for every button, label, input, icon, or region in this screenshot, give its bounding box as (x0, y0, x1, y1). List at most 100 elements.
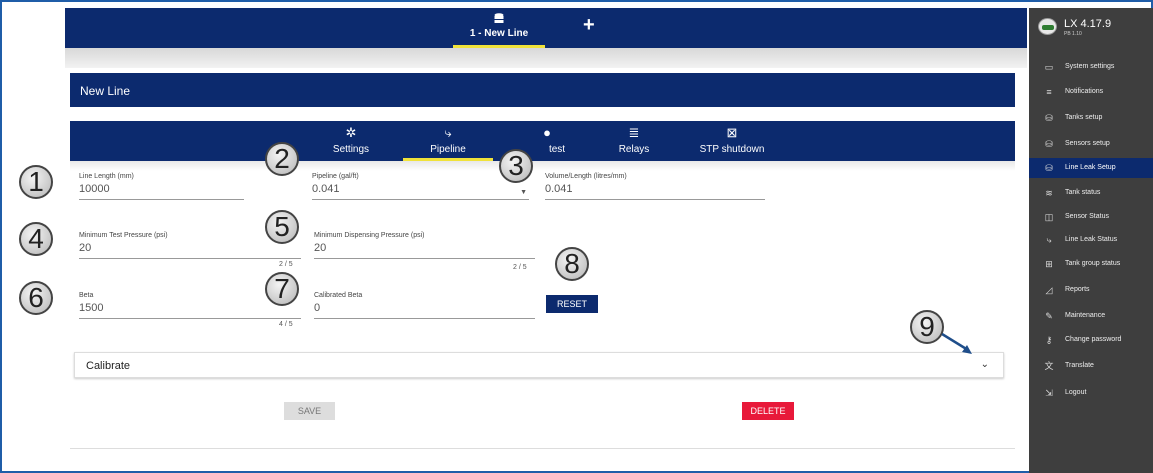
sidebar: LX 4.17.9 PB 1.10 ▭ System settings ≡ Noti… (1029, 8, 1153, 473)
calibrated-beta-field: Calibrated Beta 0 (314, 292, 535, 319)
pipeline-icon: ⤷ (444, 125, 452, 140)
sidebar-item-logout[interactable]: ⇲ Logout (1029, 383, 1153, 403)
tab-settings[interactable]: ✲ Settings (306, 125, 396, 161)
pipeline-icon: ⤷ (1046, 235, 1052, 245)
plus-icon[interactable]: + (583, 14, 595, 37)
field-underline (79, 318, 301, 319)
callout-2: 2 (265, 142, 299, 176)
field-underline (79, 258, 301, 259)
calibrated-beta-value: 0 (314, 302, 321, 314)
drop-icon: ● (543, 125, 551, 140)
callout-1: 1 (19, 165, 53, 199)
sidebar-item-tanks-setup[interactable]: ⛁ Tanks setup (1029, 108, 1153, 128)
chevron-down-icon[interactable]: ⌄ (981, 359, 989, 370)
stp-shutdown-icon: ⊠ (726, 125, 738, 140)
callout-3: 3 (499, 149, 533, 183)
sidebar-item-tank-group-status[interactable]: ⊞ Tank group status (1029, 254, 1153, 274)
line-length-field[interactable]: Line Length (mm) 10000 (79, 173, 244, 200)
tab-relays-label: Relays (618, 144, 650, 155)
divider (70, 448, 1015, 449)
key-icon: ⚷ (1045, 335, 1053, 345)
sidebar-item-label: Translate (1065, 362, 1094, 369)
callout-6: 6 (19, 281, 53, 315)
sidebar-item-system-settings[interactable]: ▭ System settings (1029, 57, 1153, 77)
callout-8: 8 (555, 247, 589, 281)
volume-length-value: 0.041 (545, 183, 573, 195)
min-dispensing-pressure-value[interactable]: 20 (314, 242, 535, 254)
sidebar-item-label: Notifications (1065, 88, 1104, 95)
field-underline (545, 199, 765, 200)
callout-4: 4 (19, 222, 53, 256)
callout-7: 7 (265, 272, 299, 306)
top-tab-bar: 1 - New Line + (65, 8, 1027, 48)
form-shadow (70, 161, 1015, 171)
char-counter: 4 / 5 (279, 321, 293, 328)
logo-icon (1038, 18, 1057, 35)
calibrated-beta-label: Calibrated Beta (314, 292, 363, 299)
field-underline (314, 258, 535, 259)
sidebar-item-notifications[interactable]: ≡ Notifications (1029, 82, 1153, 102)
gear-icon: ✲ (345, 125, 357, 140)
min-dispensing-pressure-field[interactable]: Minimum Dispensing Pressure (psi) 20 (314, 232, 535, 259)
tab-new-line-label: 1 - New Line (469, 28, 529, 39)
sidebar-item-sensor-status[interactable]: ◫ Sensor Status (1029, 207, 1153, 227)
sidebar-item-line-leak-status[interactable]: ⤷ Line Leak Status (1029, 230, 1153, 250)
header-shadow (65, 48, 1027, 68)
sidebar-item-label: Line Leak Setup (1065, 164, 1116, 171)
sidebar-item-reports[interactable]: ◿ Reports (1029, 280, 1153, 300)
sidebar-item-tank-status[interactable]: ≋ Tank status (1029, 183, 1153, 203)
chart-icon: ◿ (1045, 285, 1053, 295)
pipeline-select[interactable]: Pipeline (gal/ft) 0.041 ▼ (312, 173, 529, 200)
sub-tab-bar: ✲ Settings ⤷ Pipeline ● test ≣ Relays ⊠ … (70, 121, 1015, 161)
sidebar-item-label: Tanks setup (1065, 114, 1103, 121)
calibrate-label: Calibrate (86, 360, 131, 372)
reset-button[interactable]: RESET (546, 295, 598, 313)
field-underline (79, 199, 244, 200)
sidebar-item-label: Tank status (1065, 189, 1101, 196)
pipeline-value[interactable]: 0.041 (312, 183, 529, 195)
wrench-icon: ✎ (1045, 311, 1053, 321)
sidebar-item-maintenance[interactable]: ✎ Maintenance (1029, 306, 1153, 326)
waves-icon: ≋ (1045, 188, 1053, 198)
tab-stp-shutdown-label: STP shutdown (699, 144, 765, 155)
sidebar-item-sensors-setup[interactable]: ⛁ Sensors setup (1029, 134, 1153, 154)
page-title: New Line (70, 73, 1015, 107)
build-label: PB 1.10 (1064, 31, 1082, 37)
tank-group-icon: ⊞ (1045, 259, 1053, 269)
pipeline-label: Pipeline (gal/ft) (312, 173, 359, 180)
save-button[interactable]: SAVE (284, 402, 335, 420)
sidebar-item-translate[interactable]: 文 Translate (1029, 356, 1153, 376)
dropdown-arrow-icon[interactable]: ▼ (520, 189, 527, 196)
volume-length-label: Volume/Length (litres/mm) (545, 173, 627, 180)
field-underline (312, 199, 529, 200)
calibrate-expansion-panel[interactable]: Calibrate ⌄ (74, 352, 1004, 378)
min-dispensing-pressure-label: Minimum Dispensing Pressure (psi) (314, 232, 425, 239)
notifications-icon: ≡ (1046, 87, 1052, 97)
tab-new-line[interactable]: 1 - New Line (453, 13, 545, 48)
volume-length-field: Volume/Length (litres/mm) 0.041 (545, 173, 765, 200)
logout-icon: ⇲ (1045, 388, 1053, 398)
monitor-icon: ▭ (1044, 62, 1054, 72)
database-icon: ⛁ (1045, 163, 1053, 173)
line-length-label: Line Length (mm) (79, 173, 134, 180)
sidebar-item-label: Logout (1065, 389, 1087, 396)
tab-stp-shutdown[interactable]: ⊠ STP shutdown (687, 125, 777, 161)
sidebar-item-label: Reports (1065, 286, 1090, 293)
min-test-pressure-value[interactable]: 20 (79, 242, 301, 254)
delete-button[interactable]: DELETE (742, 402, 794, 420)
tab-settings-label: Settings (332, 144, 370, 155)
sensor-icon: ◫ (1044, 212, 1054, 222)
sidebar-item-label: Change password (1065, 336, 1122, 343)
line-length-value[interactable]: 10000 (79, 183, 244, 195)
database-icon: ⛁ (1045, 113, 1053, 123)
sidebar-item-change-password[interactable]: ⚷ Change password (1029, 330, 1153, 350)
relay-icon: ≣ (628, 125, 640, 140)
sidebar-item-label: Sensor Status (1065, 213, 1109, 220)
sidebar-item-line-leak-setup[interactable]: ⛁ Line Leak Setup (1029, 158, 1153, 178)
version-label: LX 4.17.9 (1064, 18, 1112, 30)
beta-value[interactable]: 1500 (79, 302, 301, 314)
sidebar-item-label: Tank group status (1065, 260, 1121, 267)
tab-relays[interactable]: ≣ Relays (589, 125, 679, 161)
callout-5: 5 (265, 210, 299, 244)
tab-pipeline[interactable]: ⤷ Pipeline (403, 125, 493, 161)
